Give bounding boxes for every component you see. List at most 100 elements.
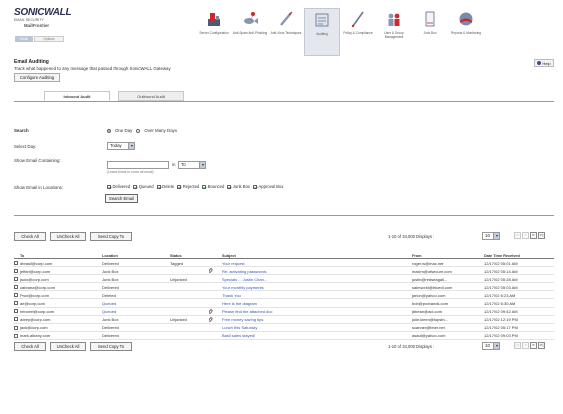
row-checkbox[interactable] <box>14 260 18 265</box>
page-size-dropdown[interactable]: 10 <box>482 232 500 240</box>
checkbox-label: Approval Box <box>258 184 284 189</box>
cell-subject-link[interactable]: Please find the attached doc <box>222 309 332 314</box>
row-checkbox[interactable] <box>14 285 18 290</box>
checkbox-approval-box[interactable] <box>253 184 258 189</box>
row-checkbox[interactable] <box>14 268 18 273</box>
nav-user-group[interactable]: User & Group Management <box>376 8 412 56</box>
nav-label: Anti-Virus Techniques <box>270 31 302 35</box>
cell-location[interactable]: Queued <box>102 301 162 306</box>
table-row[interactable]: ae@corp.com Queued Here is the diagram bob@… <box>14 299 554 308</box>
prev-page-button[interactable]: < <box>522 232 529 239</box>
configure-auditing-button[interactable]: Configure Auditing <box>14 73 60 82</box>
radio-one-day[interactable] <box>107 128 111 133</box>
page-size-value: 10 <box>485 343 490 348</box>
row-checkbox[interactable] <box>14 293 18 298</box>
cell-location: Delivered <box>102 284 119 290</box>
column-from[interactable]: From <box>412 254 482 258</box>
table-row[interactable]: mark.albany.com Delivered Basil sales stay… <box>14 332 554 340</box>
logo-product: MailFrontier <box>24 23 50 28</box>
cell-location[interactable]: Queued <box>102 309 162 314</box>
column-location[interactable]: Location <box>102 254 162 258</box>
field-dropdown[interactable]: To <box>178 161 206 169</box>
table-row[interactable]: jsolo@corp.com Junk Box Unjunked Specials .… <box>14 275 554 284</box>
nav-reports-monitoring[interactable]: Reports & Monitoring <box>448 8 484 56</box>
last-page-button[interactable]: >| <box>538 342 545 349</box>
first-page-button[interactable]: |< <box>514 232 521 239</box>
radio-over-many-days[interactable] <box>136 128 141 133</box>
nav-auditing[interactable]: Auditing <box>304 8 340 56</box>
table-row[interactable]: adrey@corp.com Junk Box Unjunked Free money… <box>14 316 554 324</box>
nav-anti-virus[interactable]: Anti-Virus Techniques <box>268 8 304 56</box>
nav-junk-box[interactable]: Junk Box <box>412 8 448 56</box>
search-input[interactable] <box>107 161 169 169</box>
uncheck-all-button[interactable]: UnCheck All <box>50 342 86 351</box>
select-day-dropdown[interactable]: Today <box>107 142 135 150</box>
server-icon <box>208 13 220 26</box>
page-size-dropdown[interactable]: 10 <box>482 342 500 350</box>
cell-to: jack@corp.com <box>20 325 48 331</box>
prev-page-button[interactable]: < <box>522 342 529 349</box>
cell-subject-link[interactable]: Lunch this Saturday <box>222 325 332 330</box>
table-body: dbrasil@corp.com Delivered Tagged Your requ… <box>14 259 554 340</box>
next-page-button[interactable]: > <box>530 232 537 239</box>
table-row[interactable]: cabrana@corp.com Delivered Your monthly pa… <box>14 283 554 292</box>
cell-date: 12/17/02 05:01 AM <box>484 260 518 266</box>
send-copy-button[interactable]: Send Copy To <box>90 232 132 241</box>
cell-date: 12/17/02 05:14 AM <box>484 268 518 274</box>
row-checkbox[interactable] <box>14 317 18 322</box>
row-checkbox[interactable] <box>14 301 18 306</box>
cell-subject-link[interactable]: Your request <box>222 261 332 266</box>
cell-from: roger.w@mac.net <box>412 260 444 266</box>
tab-inbound-audit[interactable]: Inbound Audit <box>44 91 110 101</box>
table-row[interactable]: jack@corp.com Delivered Lunch this Saturda… <box>14 324 554 332</box>
search-email-button[interactable]: Search Email <box>105 194 138 203</box>
checkbox-bounced[interactable] <box>202 184 207 189</box>
checkbox-rejected[interactable] <box>177 184 182 189</box>
radio-label: Over Many Days <box>144 128 178 133</box>
tab-email[interactable]: Email <box>15 36 33 42</box>
cell-subject-link[interactable]: Your monthly payments <box>222 285 332 290</box>
cell-subject-link[interactable]: Specials ... Justin Chan... <box>222 277 332 282</box>
checkbox-delete[interactable] <box>156 184 161 189</box>
table-row[interactable]: mtronet@corp.com Queued Please find the at… <box>14 308 554 316</box>
nav-anti-spam[interactable]: Anti-Spam Anti-Phishing <box>232 8 268 56</box>
table-row[interactable]: jeffarl@corp.com Junk Box Re: activating p… <box>14 267 554 276</box>
nav-policy-compliance[interactable]: Policy & Compliance <box>340 8 376 56</box>
checkbox-delivered[interactable] <box>107 184 111 189</box>
cell-date: 12/17/02 6:23 AM <box>484 292 516 298</box>
column-date[interactable]: Date Time Received <box>484 254 554 258</box>
first-page-button[interactable]: |< <box>514 342 521 349</box>
cell-subject-link[interactable]: Here is the diagram <box>222 301 332 306</box>
cell-subject-link[interactable]: Thank You <box>222 293 332 298</box>
check-all-button[interactable]: Check All <box>14 342 46 351</box>
checkbox-queued[interactable] <box>133 184 138 189</box>
tab-outbound-audit[interactable]: Outbound Audit <box>118 91 184 101</box>
row-checkbox[interactable] <box>14 325 18 330</box>
column-subject[interactable]: Subject <box>222 254 332 258</box>
cell-subject-link[interactable]: Re: activating passwords <box>222 269 332 274</box>
help-button[interactable]: Help <box>534 59 554 67</box>
row-checkbox[interactable] <box>14 276 18 281</box>
checkbox-junk-box[interactable] <box>227 184 232 189</box>
column-status[interactable]: Status <box>170 254 204 258</box>
cell-to: jeffarl@corp.com <box>20 268 51 274</box>
cell-subject-link[interactable]: Basil sales stayed! <box>222 333 332 338</box>
nav-server-configuration[interactable]: Server Configuration <box>196 8 232 56</box>
last-page-button[interactable]: >| <box>538 232 545 239</box>
cell-location: Junk Box <box>102 276 119 282</box>
cell-subject-link[interactable]: Free money saving tips <box>222 317 332 322</box>
next-page-button[interactable]: > <box>530 342 537 349</box>
tab-options[interactable]: Options <box>34 36 64 42</box>
column-to[interactable]: To <box>20 254 90 258</box>
row-checkbox[interactable] <box>14 333 18 338</box>
nav-label: Server Configuration <box>199 31 229 35</box>
table-row[interactable]: dbrasil@corp.com Delivered Tagged Your requ… <box>14 259 554 268</box>
paperclip-icon <box>209 316 214 323</box>
sonicwall-logo: SONICWALL EMAIL SECURITY MailFrontier <box>14 8 90 29</box>
send-copy-button[interactable]: Send Copy To <box>90 342 132 351</box>
check-all-button[interactable]: Check All <box>14 232 46 241</box>
chevron-down-icon <box>493 233 499 239</box>
row-checkbox[interactable] <box>14 309 18 314</box>
uncheck-all-button[interactable]: UnCheck All <box>50 232 86 241</box>
table-row[interactable]: Prod@corp.com Deleted Thank You jarlon@yaho… <box>14 291 554 300</box>
